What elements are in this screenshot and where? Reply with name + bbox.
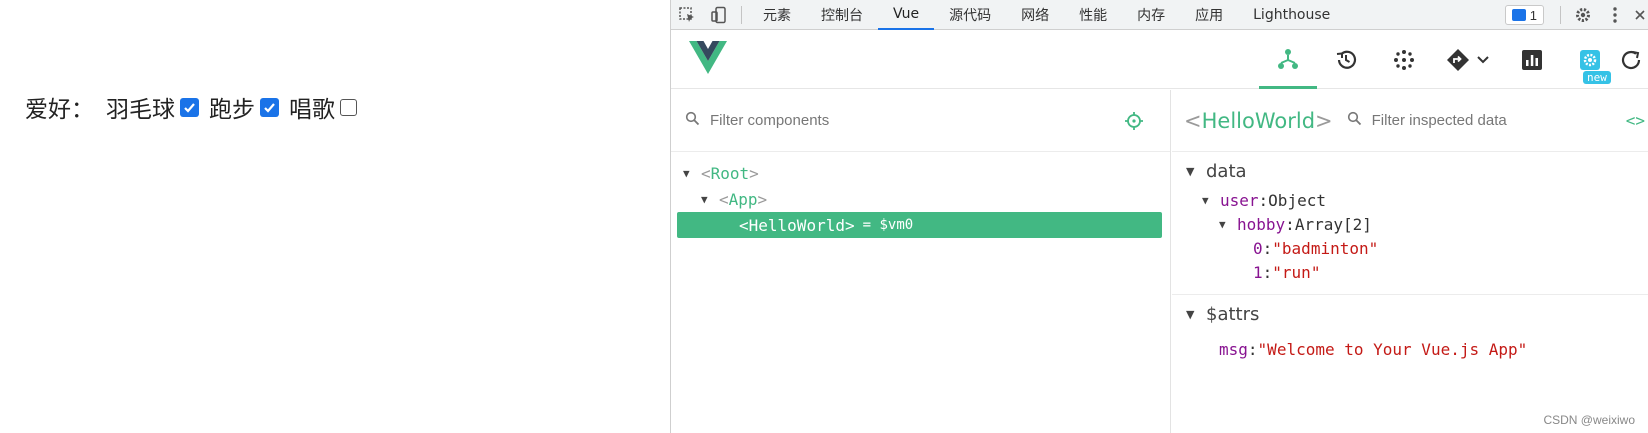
component-filter-input[interactable]: Filter components [710,112,829,129]
tab-performance[interactable]: 性能 [1064,0,1122,30]
tab-vue[interactable]: Vue [878,0,935,30]
issues-badge[interactable]: 1 [1504,5,1544,25]
watermark: CSDN @weixiwo [1543,413,1635,427]
screen: 爱好： 羽毛球 跑步 唱歌 元素 控制台 Vue 源代码 网络 性能 内存 应用… [0,0,1648,433]
prop-user[interactable]: ▼ user: Object [1172,188,1648,212]
attrs-section: ▼ $attrs msg: "Welcome to Your Vue.js Ap… [1172,295,1648,361]
expand-arrow-icon[interactable]: ▼ [701,193,719,206]
webpage: 爱好： 羽毛球 跑步 唱歌 [0,0,670,433]
gear-icon[interactable] [1567,0,1599,30]
devtools-tabbar: 元素 控制台 Vue 源代码 网络 性能 内存 应用 Lighthouse 1 [671,0,1648,30]
tab-lighthouse[interactable]: Lighthouse [1238,0,1345,30]
component-tree: ▼ < Root > ▼ < App > < HelloWorld > = $vm0 [671,152,1170,238]
inspected-component-title: <HelloWorld> [1184,108,1333,133]
option-run[interactable]: 跑步 [209,90,279,124]
option-sing[interactable]: 唱歌 [289,90,357,124]
vue-devtools-toolbar: new [671,31,1648,89]
expand-arrow-icon[interactable]: ▼ [1219,218,1237,231]
tree-node-label: HelloWorld [748,215,845,235]
vue-logo-icon [689,41,727,79]
tree-node-label: Root [710,163,750,183]
new-badge: new [1583,71,1611,84]
prop-msg[interactable]: msg: "Welcome to Your Vue.js App" [1172,337,1648,361]
tree-node-app[interactable]: ▼ < App > [671,186,1170,212]
tab-memory[interactable]: 内存 [1122,0,1180,30]
inspected-filter-input[interactable]: Filter inspected data [1372,112,1507,129]
search-icon [685,111,700,131]
attrs-section-header[interactable]: ▼ $attrs [1172,297,1648,331]
hobby-form: 爱好： 羽毛球 跑步 唱歌 [25,90,367,124]
option-run-label: 跑步 [209,97,255,123]
prop-hobby-item[interactable]: 0: "badminton" [1172,236,1648,260]
badminton-checkbox[interactable] [180,97,199,117]
attrs-section-title: $attrs [1206,303,1260,325]
tab-network[interactable]: 网络 [1006,0,1064,30]
component-filter[interactable]: Filter components [671,90,1170,152]
tabbar-divider [741,5,742,24]
data-section-title: data [1206,160,1247,182]
timeline-icon[interactable] [1317,31,1375,89]
issues-count: 1 [1529,7,1537,23]
components-icon[interactable] [1259,31,1317,89]
expand-arrow-icon[interactable]: ▼ [683,167,701,180]
settings-icon[interactable]: new [1561,31,1619,89]
expand-arrow-icon[interactable]: ▼ [1202,194,1220,207]
inspector-pane: <HelloWorld> Filter inspected data <> ▼ … [1172,90,1648,433]
option-badminton[interactable]: 羽毛球 [106,90,199,124]
message-icon [1511,9,1526,21]
prop-hobby[interactable]: ▼ hobby: Array[2] [1172,212,1648,236]
collapse-arrow-icon[interactable]: ▼ [1186,308,1206,321]
tab-elements[interactable]: 元素 [748,0,806,30]
tab-sources[interactable]: 源代码 [934,0,1006,30]
tabbar-divider-right [1560,6,1561,24]
collapse-arrow-icon[interactable]: ▼ [1186,165,1206,178]
open-in-editor-icon[interactable]: <> [1626,111,1645,130]
refresh-icon[interactable] [1619,31,1648,89]
close-icon[interactable] [1631,0,1648,30]
hobby-label: 爱好： [25,97,94,123]
component-tree-pane: Filter components ▼ < Root > ▼ < App > < Hell… [671,90,1171,433]
tab-application[interactable]: 应用 [1180,0,1238,30]
routes-icon[interactable] [1433,31,1503,89]
tree-node-root[interactable]: ▼ < Root > [671,160,1170,186]
inspect-element-icon[interactable] [671,0,703,30]
performance-icon[interactable] [1503,31,1561,89]
search-icon [1347,111,1362,131]
vm-ref: = $vm0 [862,217,914,233]
more-vertical-icon[interactable] [1599,0,1631,30]
devtools-panel: 元素 控制台 Vue 源代码 网络 性能 内存 应用 Lighthouse 1 [670,0,1648,433]
inspector-header: <HelloWorld> Filter inspected data <> [1172,90,1648,152]
select-component-icon[interactable] [1124,111,1144,136]
device-toolbar-icon[interactable] [703,0,735,30]
tree-node-helloworld[interactable]: < HelloWorld > = $vm0 [677,212,1162,238]
tree-node-label: App [728,189,758,209]
tab-console[interactable]: 控制台 [806,0,878,30]
tabbar-right-tools: 1 [1504,0,1648,30]
run-checkbox[interactable] [260,97,279,117]
data-section-header[interactable]: ▼ data [1172,154,1648,188]
option-badminton-label: 羽毛球 [106,97,175,123]
option-sing-label: 唱歌 [289,97,335,123]
sing-checkbox[interactable] [340,98,357,116]
data-section: ▼ data ▼ user: Object ▼ hobby: Array[2] … [1172,152,1648,295]
plugins-icon[interactable] [1375,31,1433,89]
prop-hobby-item[interactable]: 1: "run" [1172,260,1648,284]
vue-toolbar-icons: new [1259,31,1648,89]
